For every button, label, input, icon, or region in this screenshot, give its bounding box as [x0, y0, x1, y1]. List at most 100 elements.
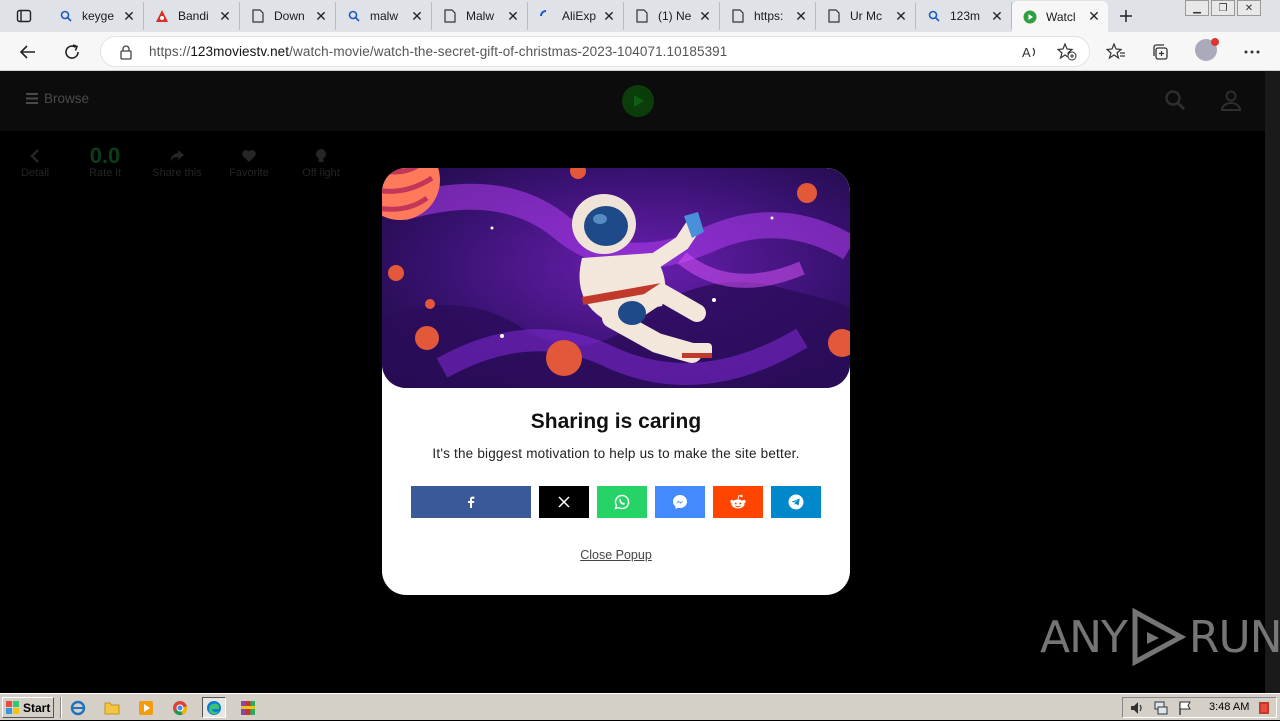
play-icon: [1022, 9, 1038, 25]
tab-close-icon[interactable]: ✕: [697, 8, 713, 24]
close-popup-link[interactable]: Close Popup: [382, 548, 850, 562]
restore-button[interactable]: ❐: [1211, 0, 1235, 16]
tab-notification[interactable]: (1) Ne ✕: [624, 2, 720, 30]
tab-close-icon[interactable]: ✕: [409, 8, 425, 24]
tab-close-icon[interactable]: ✕: [505, 8, 521, 24]
popup-title: Sharing is caring: [530, 410, 702, 433]
browse-label: Browse: [44, 91, 90, 106]
tab-label: (1) Ne: [658, 9, 692, 23]
browser-tab-strip: keyge ✕ Bandi ✕ Down ✕ malw ✕ Malw ✕ Ali…: [0, 0, 1280, 32]
tab-close-icon[interactable]: ✕: [313, 8, 329, 24]
off-light-button[interactable]: Off light: [286, 145, 356, 179]
minimize-button[interactable]: ▁: [1185, 0, 1209, 16]
start-button[interactable]: Start: [2, 697, 54, 718]
share-facebook-button[interactable]: [411, 486, 531, 518]
share-x-button[interactable]: [539, 486, 589, 518]
ie-icon: [70, 700, 86, 715]
profile-status-dot: [1211, 38, 1219, 46]
taskbar-media-button[interactable]: [134, 697, 158, 718]
tab-ur-movie[interactable]: Ur Mc ✕: [816, 2, 916, 30]
share-button[interactable]: Share this: [142, 145, 212, 179]
tab-label: keyge: [82, 9, 115, 23]
tab-123movies-search[interactable]: 123m ✕: [916, 2, 1012, 30]
back-button[interactable]: [14, 38, 42, 66]
settings-menu-button[interactable]: [1238, 38, 1266, 66]
taskbar-edge-button[interactable]: [202, 697, 226, 718]
tab-download[interactable]: Down ✕: [240, 2, 336, 30]
tab-https[interactable]: https: ✕: [720, 2, 816, 30]
edge-icon: [207, 700, 221, 715]
read-aloud-icon[interactable]: A: [1021, 43, 1039, 66]
url-host: 123moviestv.net: [190, 44, 290, 59]
favorites-icon: [1106, 43, 1125, 60]
tab-keygen[interactable]: keyge ✕: [48, 2, 144, 30]
tab-close-icon[interactable]: ✕: [121, 8, 137, 24]
taskbar-separator: [60, 697, 62, 718]
minimize-icon: ▁: [1193, 2, 1201, 14]
share-whatsapp-button[interactable]: [597, 486, 647, 518]
reddit-icon: [730, 494, 746, 509]
page-icon: [634, 8, 650, 24]
telegram-icon: [788, 494, 804, 510]
volume-icon[interactable]: [1129, 700, 1145, 721]
tab-malware-search[interactable]: malw ✕: [336, 2, 432, 30]
tab-close-icon[interactable]: ✕: [793, 8, 809, 24]
new-tab-button[interactable]: [1114, 4, 1138, 28]
browse-menu-button[interactable]: Browse: [26, 91, 89, 106]
network-icon[interactable]: [1153, 700, 1169, 721]
rate-button[interactable]: 0.0 Rate it: [70, 145, 140, 180]
windows-logo-icon: [6, 700, 19, 714]
refresh-button[interactable]: [58, 38, 86, 66]
tab-close-icon[interactable]: ✕: [601, 8, 617, 24]
page-icon: [250, 8, 266, 24]
tab-aliexpress[interactable]: AliExp ✕: [528, 2, 624, 30]
tab-close-icon[interactable]: ✕: [217, 8, 233, 24]
share-telegram-button[interactable]: [771, 486, 821, 518]
close-window-button[interactable]: ✕: [1237, 0, 1261, 16]
site-search-icon[interactable]: [1164, 89, 1186, 116]
facebook-icon: [468, 496, 475, 508]
heart-icon: [242, 150, 256, 162]
taskbar-chrome-button[interactable]: [168, 697, 192, 718]
tab-watch-active[interactable]: Watcl ✕: [1012, 1, 1108, 32]
show-desktop-icon[interactable]: [1257, 700, 1271, 721]
tab-bandicam[interactable]: Bandi ✕: [144, 2, 240, 30]
loading-icon: [538, 8, 554, 24]
tab-label: Ur Mc: [850, 9, 882, 23]
search-icon: [346, 8, 362, 24]
tab-label: AliExp: [562, 9, 596, 23]
action-label: Share this: [152, 167, 202, 179]
collections-button[interactable]: [1146, 38, 1174, 66]
page-icon: [826, 8, 842, 24]
share-reddit-button[interactable]: [713, 486, 763, 518]
user-icon[interactable]: [1220, 89, 1242, 116]
address-bar[interactable]: https://123moviestv.net/watch-movie/watc…: [100, 36, 1090, 67]
tab-label: malw: [370, 9, 399, 23]
flag-icon[interactable]: [1177, 700, 1193, 721]
tab-close-icon[interactable]: ✕: [893, 8, 909, 24]
x-icon: [558, 496, 570, 508]
favorite-button[interactable]: Favorite: [214, 145, 284, 179]
share-messenger-button[interactable]: [655, 486, 705, 518]
taskbar-ie-button[interactable]: [66, 697, 90, 718]
tab-malware[interactable]: Malw ✕: [432, 2, 528, 30]
detail-button[interactable]: Detail: [0, 145, 70, 179]
taskbar-explorer-button[interactable]: [100, 697, 124, 718]
profile-avatar[interactable]: [1195, 38, 1219, 61]
favorites-button[interactable]: [1102, 38, 1130, 66]
tab-close-icon[interactable]: ✕: [989, 8, 1005, 24]
windows-taskbar: Start 3:48 AM: [0, 693, 1280, 720]
back-arrow-icon: [19, 45, 35, 59]
site-logo[interactable]: [622, 85, 654, 117]
page-scrollbar[interactable]: [1265, 71, 1280, 693]
taskbar-winrar-button[interactable]: [236, 697, 260, 718]
action-label: Favorite: [229, 167, 269, 179]
watermark-right: RUN: [1188, 611, 1280, 663]
page-icon: [730, 8, 746, 24]
close-icon: ✕: [1244, 2, 1254, 14]
add-favorite-icon[interactable]: [1056, 42, 1077, 66]
tab-actions-button[interactable]: [8, 4, 40, 28]
tab-close-icon[interactable]: ✕: [1086, 8, 1102, 25]
share-popup: Sharing is caring It's the biggest motiv…: [382, 168, 850, 595]
more-icon: [1244, 50, 1260, 54]
